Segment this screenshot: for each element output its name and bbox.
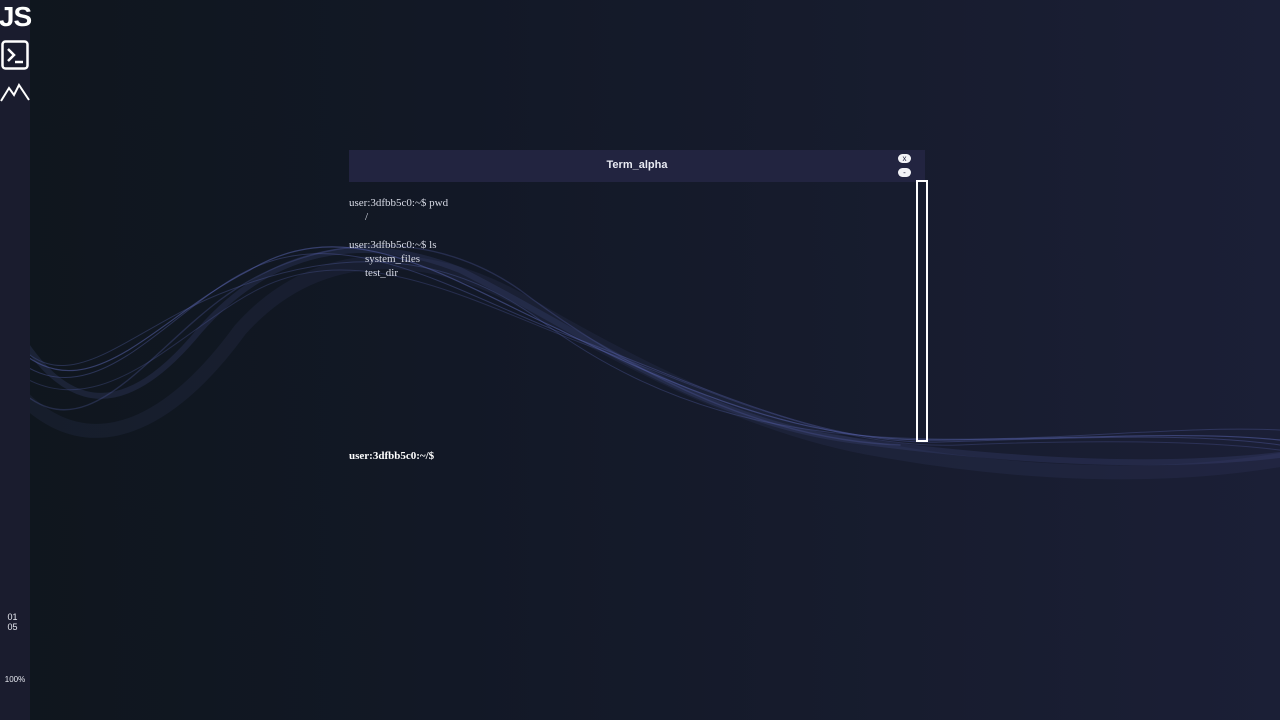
minimize-button[interactable]: - [898, 168, 911, 177]
mountain-icon[interactable] [0, 82, 30, 104]
date-line-1: 01 [7, 612, 18, 622]
terminal-icon[interactable] [0, 39, 30, 71]
terminal-output: user:3dfbb5c0:~$ pwd / user:3dfbb5c0:~$ … [349, 196, 909, 294]
close-button[interactable]: x [898, 154, 911, 163]
date-display: 01 05 [0, 612, 25, 632]
history-entry: user:3dfbb5c0:~$ pwd / [349, 196, 909, 224]
zoom-level: 100% [4, 675, 26, 684]
terminal-scrollbar[interactable] [916, 180, 928, 442]
left-dock: JS 01 05 100% [0, 0, 32, 720]
output-line: system_files [365, 253, 420, 265]
date-line-2: 05 [7, 622, 18, 632]
terminal-prompt-line: user:3dfbb5c0:~/$ [349, 449, 877, 463]
command-line: user:3dfbb5c0:~$ pwd [349, 197, 449, 209]
js-icon[interactable]: JS [0, 0, 32, 33]
terminal-title: Term_alpha [606, 159, 668, 171]
command-input[interactable] [436, 449, 877, 463]
output-line: / [365, 211, 369, 223]
prompt-label: user:3dfbb5c0:~/$ [349, 450, 435, 462]
command-line: user:3dfbb5c0:~$ ls [349, 239, 437, 251]
background-wave [0, 245, 1280, 480]
output-line: test_dir [365, 267, 398, 279]
terminal-titlebar[interactable]: Term_alpha x - [349, 150, 925, 182]
history-entry: user:3dfbb5c0:~$ ls system_files test_di… [349, 238, 909, 280]
